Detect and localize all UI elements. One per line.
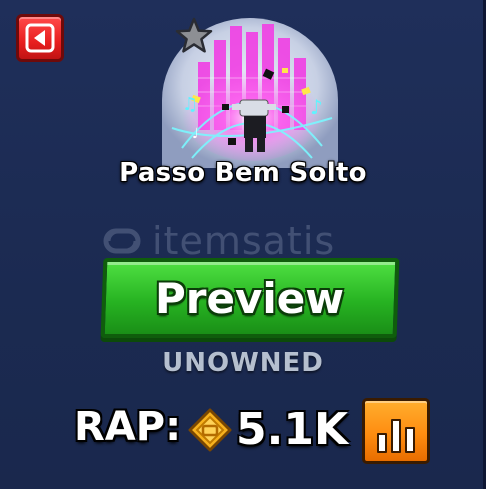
- rap-history-button[interactable]: [362, 398, 430, 464]
- chart-bar-icon-part: [391, 419, 401, 453]
- watermark-logo-icon: [103, 228, 141, 254]
- watermark-text: itemsatis: [152, 219, 336, 263]
- back-button[interactable]: [16, 14, 64, 62]
- svg-text:♪: ♪: [310, 95, 323, 119]
- chart-bar-icon-part: [405, 427, 415, 453]
- back-arrow-icon: [25, 23, 55, 53]
- rap-label: RAP:: [74, 404, 182, 450]
- preview-button-label: Preview: [155, 273, 345, 323]
- rap-row: RAP: 5.1K: [74, 398, 434, 470]
- ownership-status: UNOWNED: [162, 348, 324, 378]
- svg-text:♫: ♫: [182, 94, 198, 115]
- item-panel: ♫ ♪ ♩ Passo Bem Solto itemsatis Preview …: [0, 0, 486, 489]
- rap-value: 5.1K: [236, 404, 349, 455]
- item-name: Passo Bem Solto: [119, 158, 367, 188]
- chart-bar-icon-part: [377, 433, 387, 453]
- preview-button[interactable]: Preview: [100, 258, 400, 338]
- robux-coin-icon: [188, 408, 232, 452]
- svg-text:♩: ♩: [192, 126, 199, 142]
- favorite-star-icon[interactable]: [174, 16, 214, 56]
